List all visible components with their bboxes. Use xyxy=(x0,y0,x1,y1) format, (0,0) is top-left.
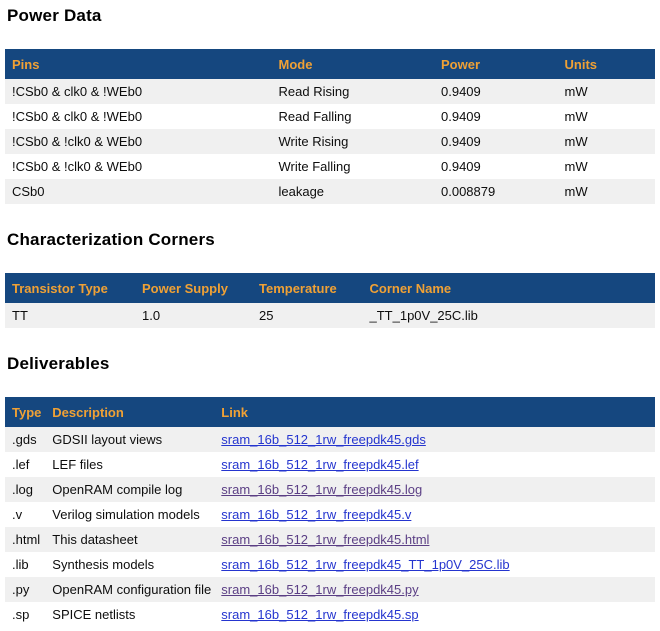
units-cell: mW xyxy=(558,79,656,104)
description-cell: OpenRAM configuration file xyxy=(45,577,214,602)
pins-cell: !CSb0 & clk0 & !WEb0 xyxy=(5,79,272,104)
mode-cell: Write Rising xyxy=(272,129,435,154)
power-col-header-pins: Pins xyxy=(5,49,272,79)
table-row: .log OpenRAM compile log sram_16b_512_1r… xyxy=(5,477,655,502)
deliverables-col-header-type: Type xyxy=(5,397,45,427)
table-row: .sp SPICE netlists sram_16b_512_1rw_free… xyxy=(5,602,655,627)
corners-col-header-corner-name: Corner Name xyxy=(363,273,656,303)
power-cell: 0.9409 xyxy=(434,154,558,179)
table-row: !CSb0 & !clk0 & WEb0 Write Rising 0.9409… xyxy=(5,129,655,154)
table-row: .lib Synthesis models sram_16b_512_1rw_f… xyxy=(5,552,655,577)
mode-cell: Write Falling xyxy=(272,154,435,179)
power-col-header-units: Units xyxy=(558,49,656,79)
corners-table-header-row: Transistor Type Power Supply Temperature… xyxy=(5,273,655,303)
power-cell: 0.9409 xyxy=(434,104,558,129)
deliverable-link-gds[interactable]: sram_16b_512_1rw_freepdk45.gds xyxy=(221,432,426,447)
pins-cell: CSb0 xyxy=(5,179,272,204)
deliverables-col-header-description: Description xyxy=(45,397,214,427)
deliverable-link-lef[interactable]: sram_16b_512_1rw_freepdk45.lef xyxy=(221,457,418,472)
deliverable-link-html[interactable]: sram_16b_512_1rw_freepdk45.html xyxy=(221,532,429,547)
table-row: .lef LEF files sram_16b_512_1rw_freepdk4… xyxy=(5,452,655,477)
table-row: .py OpenRAM configuration file sram_16b_… xyxy=(5,577,655,602)
link-cell: sram_16b_512_1rw_freepdk45.log xyxy=(214,477,655,502)
temperature-cell: 25 xyxy=(252,303,363,328)
deliverable-link-py[interactable]: sram_16b_512_1rw_freepdk45.py xyxy=(221,582,418,597)
power-cell: 0.9409 xyxy=(434,79,558,104)
pins-cell: !CSb0 & clk0 & !WEb0 xyxy=(5,104,272,129)
description-cell: GDSII layout views xyxy=(45,427,214,452)
mode-cell: Read Rising xyxy=(272,79,435,104)
table-row: !CSb0 & clk0 & !WEb0 Read Rising 0.9409 … xyxy=(5,79,655,104)
type-cell: .v xyxy=(5,502,45,527)
link-cell: sram_16b_512_1rw_freepdk45.html xyxy=(214,527,655,552)
link-cell: sram_16b_512_1rw_freepdk45.sp xyxy=(214,602,655,627)
description-cell: OpenRAM compile log xyxy=(45,477,214,502)
power-supply-cell: 1.0 xyxy=(135,303,252,328)
deliverable-link-lib[interactable]: sram_16b_512_1rw_freepdk45_TT_1p0V_25C.l… xyxy=(221,557,509,572)
units-cell: mW xyxy=(558,179,656,204)
transistor-type-cell: TT xyxy=(5,303,135,328)
type-cell: .lef xyxy=(5,452,45,477)
link-cell: sram_16b_512_1rw_freepdk45.gds xyxy=(214,427,655,452)
deliverable-link-log[interactable]: sram_16b_512_1rw_freepdk45.log xyxy=(221,482,422,497)
link-cell: sram_16b_512_1rw_freepdk45.py xyxy=(214,577,655,602)
power-col-header-mode: Mode xyxy=(272,49,435,79)
type-cell: .html xyxy=(5,527,45,552)
mode-cell: Read Falling xyxy=(272,104,435,129)
description-cell: Synthesis models xyxy=(45,552,214,577)
deliverables-table-header-row: Type Description Link xyxy=(5,397,655,427)
power-cell: 0.9409 xyxy=(434,129,558,154)
table-row: .html This datasheet sram_16b_512_1rw_fr… xyxy=(5,527,655,552)
deliverables-col-header-link: Link xyxy=(214,397,655,427)
deliverables-heading: Deliverables xyxy=(7,354,655,374)
description-cell: SPICE netlists xyxy=(45,602,214,627)
link-cell: sram_16b_512_1rw_freepdk45_TT_1p0V_25C.l… xyxy=(214,552,655,577)
power-table-header-row: Pins Mode Power Units xyxy=(5,49,655,79)
power-col-header-power: Power xyxy=(434,49,558,79)
corners-col-header-transistor-type: Transistor Type xyxy=(5,273,135,303)
power-data-heading: Power Data xyxy=(7,6,655,26)
deliverable-link-v[interactable]: sram_16b_512_1rw_freepdk45.v xyxy=(221,507,411,522)
link-cell: sram_16b_512_1rw_freepdk45.lef xyxy=(214,452,655,477)
mode-cell: leakage xyxy=(272,179,435,204)
units-cell: mW xyxy=(558,104,656,129)
characterization-corners-table: Transistor Type Power Supply Temperature… xyxy=(5,273,655,328)
type-cell: .log xyxy=(5,477,45,502)
link-cell: sram_16b_512_1rw_freepdk45.v xyxy=(214,502,655,527)
corner-name-cell: _TT_1p0V_25C.lib xyxy=(363,303,656,328)
table-row: CSb0 leakage 0.008879 mW xyxy=(5,179,655,204)
power-data-table: Pins Mode Power Units !CSb0 & clk0 & !WE… xyxy=(5,49,655,204)
deliverable-link-sp[interactable]: sram_16b_512_1rw_freepdk45.sp xyxy=(221,607,418,622)
description-cell: LEF files xyxy=(45,452,214,477)
table-row: !CSb0 & !clk0 & WEb0 Write Falling 0.940… xyxy=(5,154,655,179)
type-cell: .py xyxy=(5,577,45,602)
corners-col-header-temperature: Temperature xyxy=(252,273,363,303)
type-cell: .gds xyxy=(5,427,45,452)
pins-cell: !CSb0 & !clk0 & WEb0 xyxy=(5,129,272,154)
type-cell: .sp xyxy=(5,602,45,627)
units-cell: mW xyxy=(558,129,656,154)
corners-col-header-power-supply: Power Supply xyxy=(135,273,252,303)
description-cell: Verilog simulation models xyxy=(45,502,214,527)
type-cell: .lib xyxy=(5,552,45,577)
table-row: .gds GDSII layout views sram_16b_512_1rw… xyxy=(5,427,655,452)
units-cell: mW xyxy=(558,154,656,179)
deliverables-table: Type Description Link .gds GDSII layout … xyxy=(5,397,655,627)
table-row: .v Verilog simulation models sram_16b_51… xyxy=(5,502,655,527)
table-row: TT 1.0 25 _TT_1p0V_25C.lib xyxy=(5,303,655,328)
pins-cell: !CSb0 & !clk0 & WEb0 xyxy=(5,154,272,179)
table-row: !CSb0 & clk0 & !WEb0 Read Falling 0.9409… xyxy=(5,104,655,129)
power-cell: 0.008879 xyxy=(434,179,558,204)
characterization-corners-heading: Characterization Corners xyxy=(7,230,655,250)
description-cell: This datasheet xyxy=(45,527,214,552)
